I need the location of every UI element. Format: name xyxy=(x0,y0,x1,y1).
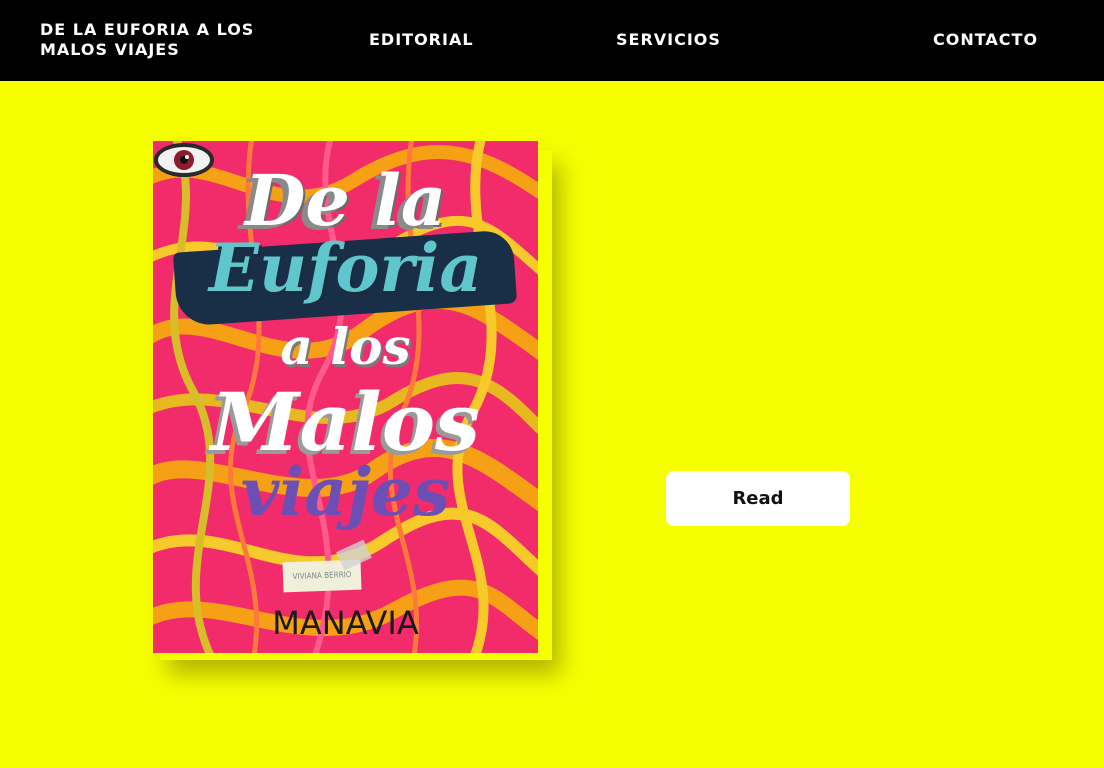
book-cover-image: De la Euforia a los Malos viajes VIVIANA… xyxy=(153,141,538,653)
site-brand[interactable]: DE LA EUFORIA A LOS MALOS VIAJES xyxy=(40,20,260,60)
cover-title-line-5: viajes xyxy=(240,453,451,531)
cover-publisher-logo: MANAVIA xyxy=(272,604,419,642)
read-button[interactable]: Read xyxy=(666,471,850,526)
nav-servicios-link[interactable]: SERVICIOS xyxy=(616,30,721,50)
eye-icon xyxy=(154,143,214,177)
site-header: DE LA EUFORIA A LOS MALOS VIAJES EDITORI… xyxy=(0,0,1104,81)
cover-title-line-2: Euforia xyxy=(208,229,483,307)
nav-contacto-link[interactable]: CONTACTO xyxy=(933,30,1038,50)
nav-editorial-link[interactable]: EDITORIAL xyxy=(369,30,474,50)
cover-title-line-3: a los xyxy=(280,317,411,376)
